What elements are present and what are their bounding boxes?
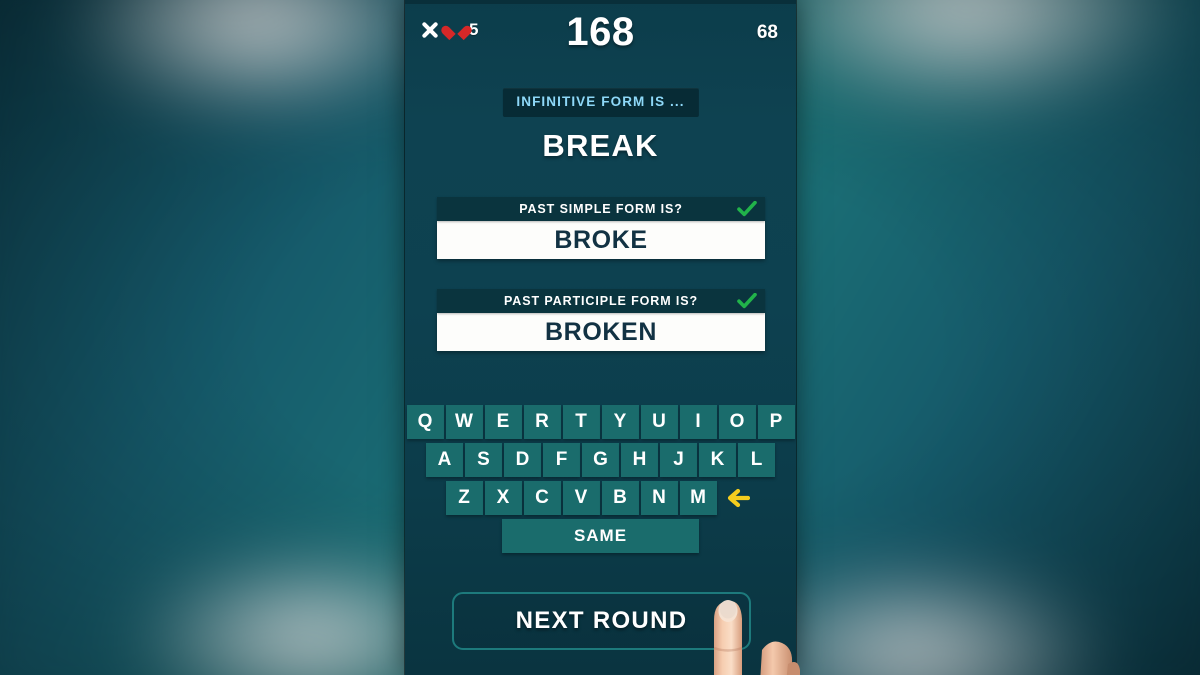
answer-label-text: PAST PARTICIPLE FORM IS? xyxy=(503,294,699,308)
answer-block-past-simple: PAST SIMPLE FORM IS? BROKE xyxy=(437,197,765,259)
answer-input-past-participle[interactable]: BROKEN xyxy=(437,313,765,351)
key-l[interactable]: L xyxy=(738,443,775,477)
key-t[interactable]: T xyxy=(562,405,600,439)
keyboard-row-2: ASDFGHJKL xyxy=(405,443,796,477)
game-screen-panel: 5 168 68 INFINITIVE FORM IS ... BREAK PA… xyxy=(405,0,796,675)
answer-block-past-participle: PAST PARTICIPLE FORM IS? BROKEN xyxy=(437,289,765,351)
answer-label-bar: PAST PARTICIPLE FORM IS? xyxy=(437,289,765,313)
prompt-word: BREAK xyxy=(542,128,659,163)
answer-value: BROKE xyxy=(554,225,648,254)
key-m[interactable]: M xyxy=(679,481,717,515)
on-screen-keyboard: QWERTYUIOP ASDFGHJKL ZXCVBNM SAME xyxy=(405,405,796,557)
key-b[interactable]: B xyxy=(601,481,639,515)
prompt-banner-label: INFINITIVE FORM IS ... xyxy=(516,94,685,109)
key-r[interactable]: R xyxy=(523,405,561,439)
next-round-button[interactable]: NEXT ROUND xyxy=(452,592,751,650)
backspace-arrow-icon[interactable] xyxy=(719,481,756,515)
key-i[interactable]: I xyxy=(679,405,717,439)
screenshot-root: 5 168 68 INFINITIVE FORM IS ... BREAK PA… xyxy=(0,0,1200,675)
answer-label-bar: PAST SIMPLE FORM IS? xyxy=(437,197,765,221)
check-icon xyxy=(737,201,757,217)
key-o[interactable]: O xyxy=(718,405,756,439)
next-round-label: NEXT ROUND xyxy=(515,607,688,634)
key-s[interactable]: S xyxy=(465,443,502,477)
key-k[interactable]: K xyxy=(699,443,736,477)
key-d[interactable]: D xyxy=(504,443,541,477)
key-w[interactable]: W xyxy=(445,405,483,439)
score-display: 168 xyxy=(566,10,635,54)
keyboard-row-same: SAME xyxy=(405,519,796,553)
answer-input-past-simple[interactable]: BROKE xyxy=(437,221,765,259)
keyboard-row-3: ZXCVBNM xyxy=(405,481,796,515)
key-same[interactable]: SAME xyxy=(502,519,699,553)
key-n[interactable]: N xyxy=(640,481,678,515)
key-j[interactable]: J xyxy=(660,443,697,477)
key-y[interactable]: Y xyxy=(601,405,639,439)
keyboard-row-1: QWERTYUIOP xyxy=(405,405,796,439)
prompt-banner: INFINITIVE FORM IS ... xyxy=(502,88,699,117)
level-counter: 68 xyxy=(756,22,778,43)
answer-value: BROKEN xyxy=(545,317,657,346)
key-h[interactable]: H xyxy=(621,443,658,477)
key-x[interactable]: X xyxy=(484,481,522,515)
answer-label-text: PAST SIMPLE FORM IS? xyxy=(519,202,683,216)
hud-bar: 5 168 68 xyxy=(405,8,796,60)
key-q[interactable]: Q xyxy=(406,405,444,439)
key-u[interactable]: U xyxy=(640,405,678,439)
key-v[interactable]: V xyxy=(562,481,600,515)
key-c[interactable]: C xyxy=(523,481,561,515)
key-e[interactable]: E xyxy=(484,405,522,439)
key-p[interactable]: P xyxy=(757,405,795,439)
key-a[interactable]: A xyxy=(426,443,463,477)
check-icon xyxy=(737,293,757,309)
key-f[interactable]: F xyxy=(543,443,580,477)
key-g[interactable]: G xyxy=(582,443,619,477)
key-z[interactable]: Z xyxy=(445,481,483,515)
